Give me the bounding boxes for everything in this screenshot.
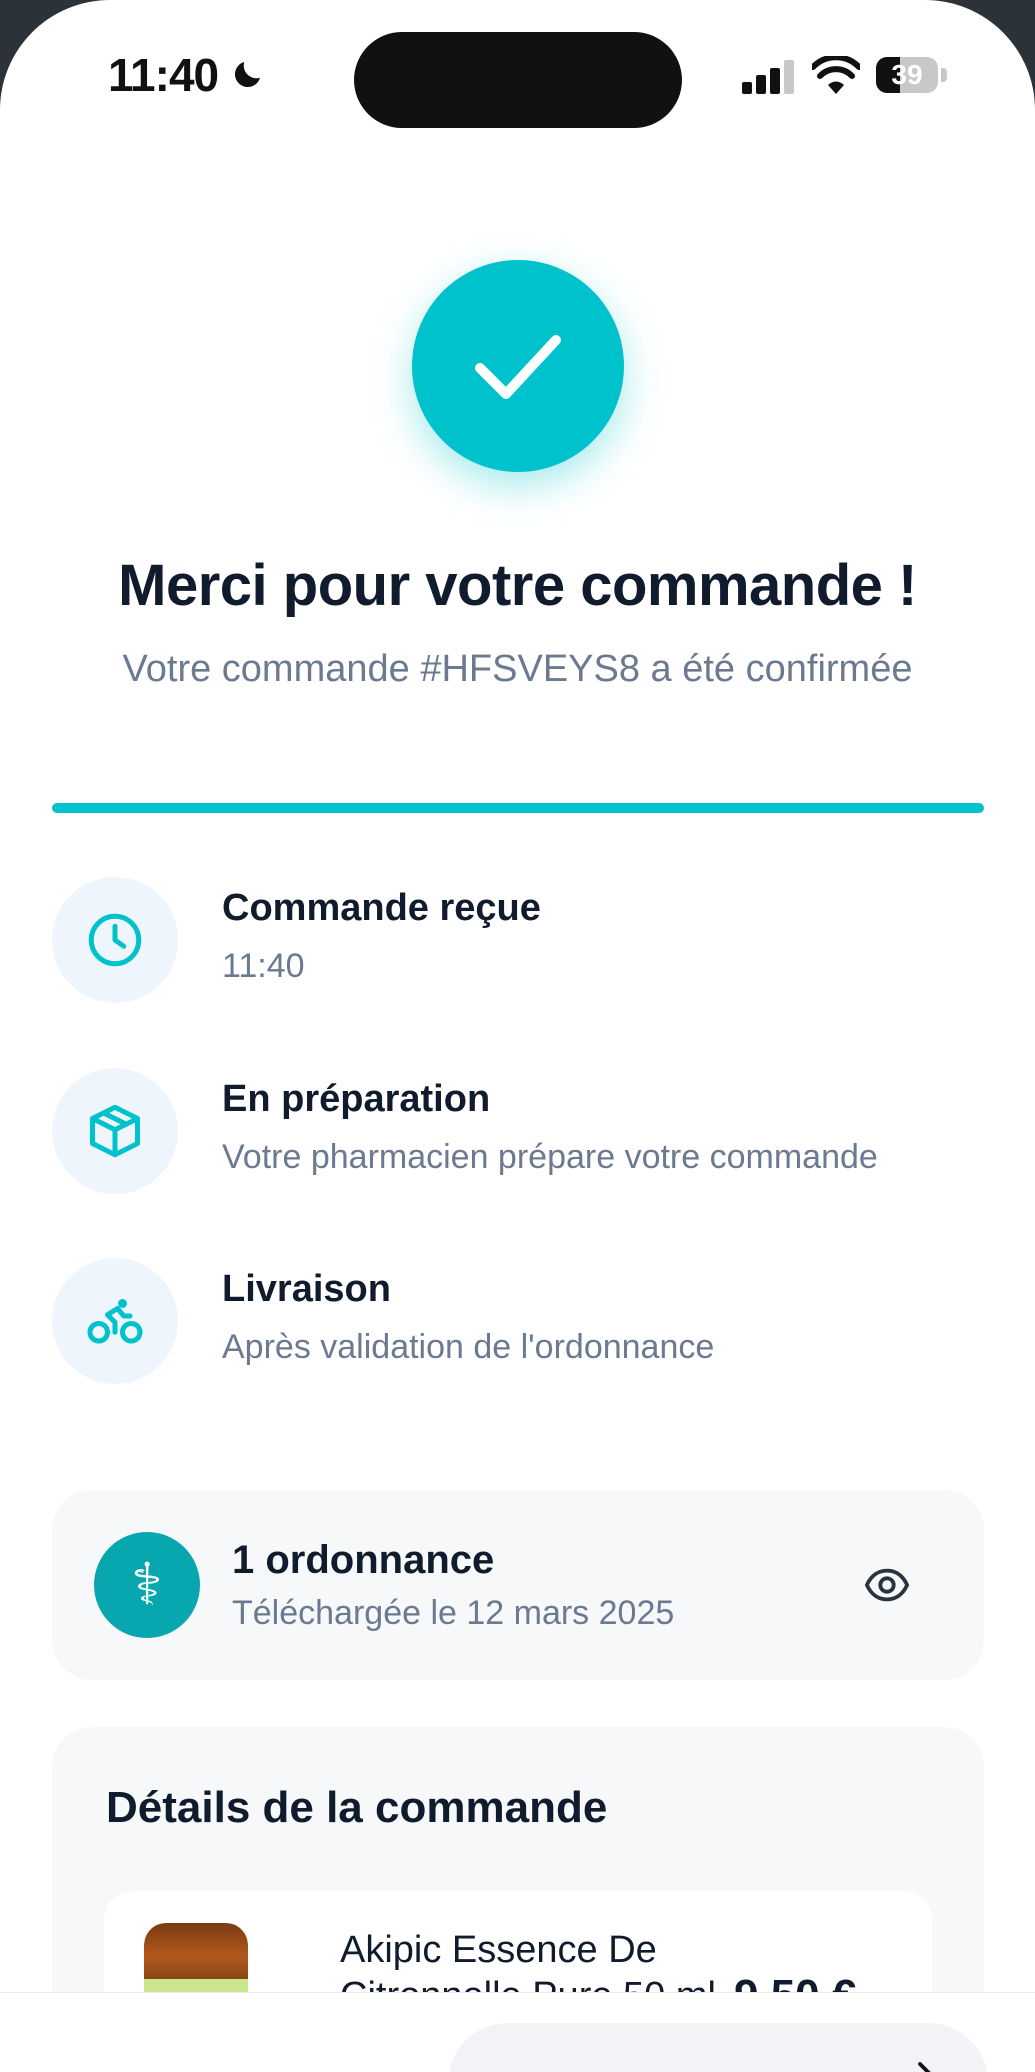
caduceus-glyph: ⚕ xyxy=(131,1552,163,1617)
step-icon-circle xyxy=(52,1258,178,1384)
product-bottle-cap xyxy=(144,1923,248,1979)
chevron-right-icon xyxy=(918,2062,931,2072)
battery-body: 39 xyxy=(876,57,938,93)
step-subtitle: Après validation de l'ordonnance xyxy=(222,1328,715,1366)
battery-icon: 39 xyxy=(876,57,950,95)
cellular-signal-icon xyxy=(742,60,794,94)
order-progress-fill xyxy=(52,803,984,813)
step-subtitle: 11:40 xyxy=(222,947,305,985)
order-progress-bar xyxy=(52,803,984,813)
dynamic-island xyxy=(354,32,682,128)
status-time: 11:40 xyxy=(108,49,219,101)
order-details-title: Détails de la commande xyxy=(106,1783,608,1832)
step-order-received: Commande reçue 11:40 xyxy=(52,877,992,1003)
moon-icon xyxy=(234,62,260,88)
checkmark-icon xyxy=(475,335,561,399)
success-check-badge xyxy=(412,260,624,472)
order-confirmation-text: Votre commande #HFSVEYS8 a été confirmée xyxy=(122,648,913,690)
phone-screen: 11:40 39 Merci pour votre commande ! Vot… xyxy=(0,0,1035,2072)
step-subtitle: Votre pharmacien prépare votre commande xyxy=(222,1138,878,1176)
medical-caduceus-icon: ⚕ xyxy=(94,1532,200,1638)
battery-percentage: 39 xyxy=(891,59,923,90)
bottom-action-bar xyxy=(0,1992,1035,2072)
battery-nub xyxy=(941,68,947,82)
step-title: Commande reçue xyxy=(222,887,541,929)
package-icon xyxy=(90,1104,140,1158)
step-in-preparation: En préparation Votre pharmacien prépare … xyxy=(52,1068,992,1194)
continue-button[interactable] xyxy=(448,2023,988,2072)
prescription-title: 1 ordonnance xyxy=(232,1538,495,1582)
step-title: Livraison xyxy=(222,1268,391,1310)
step-title: En préparation xyxy=(222,1078,491,1120)
page-title: Merci pour votre commande ! xyxy=(118,553,917,618)
eye-icon[interactable] xyxy=(862,1562,912,1608)
prescription-upload-date: Téléchargée le 12 mars 2025 xyxy=(232,1594,675,1632)
wifi-icon xyxy=(812,56,860,94)
step-icon-circle xyxy=(52,1068,178,1194)
step-delivery: Livraison Après validation de l'ordonnan… xyxy=(52,1258,992,1384)
step-icon-circle xyxy=(52,877,178,1003)
prescription-card[interactable]: ⚕ 1 ordonnance Téléchargée le 12 mars 20… xyxy=(52,1490,984,1680)
bicycle-icon xyxy=(87,1299,143,1344)
clock-icon xyxy=(88,913,142,967)
